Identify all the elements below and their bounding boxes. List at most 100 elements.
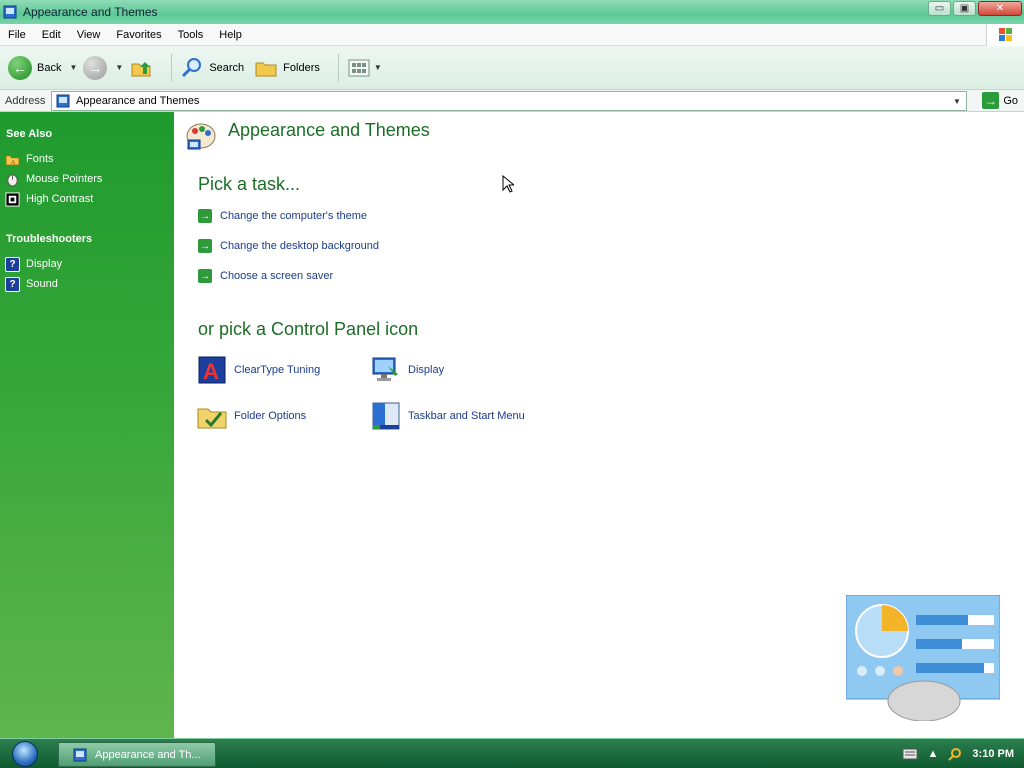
- folders-button[interactable]: Folders: [254, 56, 320, 80]
- see-also-heading: See Also: [6, 128, 53, 140]
- clock[interactable]: 3:10 PM: [972, 748, 1014, 760]
- fonts-folder-icon: A: [5, 154, 20, 166]
- control-panel-icons-heading: or pick a Control Panel icon: [198, 319, 419, 339]
- keyboard-icon[interactable]: [902, 748, 918, 760]
- search-icon[interactable]: [948, 747, 962, 761]
- toolbar-separator: [171, 53, 173, 82]
- back-button[interactable]: ← Back: [8, 55, 62, 80]
- cpl-label: Taskbar and Start Menu: [408, 410, 525, 422]
- folders-icon: [255, 62, 277, 76]
- sidebar-item-fonts[interactable]: A Fonts: [5, 149, 174, 169]
- up-folder-button[interactable]: [129, 56, 153, 80]
- svg-text:A: A: [203, 359, 219, 384]
- sidebar-item-high-contrast[interactable]: High Contrast: [5, 189, 174, 209]
- taskbar-window-label: Appearance and Th...: [95, 748, 201, 761]
- tray-expand-icon[interactable]: ▲: [928, 748, 939, 760]
- page-title: Appearance and Themes: [228, 120, 430, 140]
- window-title: Appearance and Themes: [23, 5, 158, 19]
- views-button[interactable]: ▼: [347, 56, 388, 80]
- see-also-list: A Fonts Mouse Pointers High Contrast: [0, 149, 174, 209]
- forward-arrow-icon: →: [83, 55, 108, 80]
- sidebar-item-mouse-pointers[interactable]: Mouse Pointers: [5, 169, 174, 189]
- go-arrow-icon: →: [982, 92, 1000, 109]
- back-label: Back: [37, 61, 62, 74]
- back-dropdown-icon[interactable]: ▼: [69, 63, 77, 72]
- sidebar-item-display[interactable]: ? Display: [5, 254, 174, 274]
- forward-button[interactable]: →: [83, 55, 108, 80]
- cpl-label: Folder Options: [234, 410, 307, 422]
- sidebar-item-label: Mouse Pointers: [26, 173, 103, 185]
- folders-label: Folders: [283, 61, 320, 74]
- close-button[interactable]: ✕: [978, 1, 1022, 16]
- pick-task-heading: Pick a task...: [198, 174, 301, 194]
- task-change-desktop-background[interactable]: → Change the desktop background: [198, 239, 379, 253]
- address-dropdown-icon[interactable]: ▼: [950, 94, 964, 108]
- menu-view[interactable]: View: [69, 29, 109, 41]
- sidebar-item-sound[interactable]: ? Sound: [5, 274, 174, 294]
- address-bar: Address Appearance and Themes ▼ → Go: [0, 90, 1024, 112]
- task-arrow-icon: →: [198, 239, 212, 253]
- help-icon: ?: [5, 276, 20, 292]
- menu-favorites[interactable]: Favorites: [108, 29, 169, 41]
- address-label: Address: [5, 94, 46, 107]
- start-button[interactable]: [6, 740, 44, 768]
- help-icon: ?: [5, 256, 20, 272]
- task-change-theme[interactable]: → Change the computer's theme: [198, 209, 367, 223]
- taskbar: Appearance and Th... ▲ 3:10 PM: [0, 738, 1024, 768]
- mouse-cursor-icon: [502, 175, 514, 193]
- task-arrow-icon: →: [198, 209, 212, 223]
- menu-edit[interactable]: Edit: [34, 29, 69, 41]
- sidebar-item-label: Display: [26, 258, 63, 270]
- troubleshooters-list: ? Display ? Sound: [0, 254, 174, 294]
- cpl-label: ClearType Tuning: [234, 364, 321, 376]
- address-value: Appearance and Themes: [76, 95, 200, 107]
- mouse-icon: [7, 173, 18, 187]
- go-label: Go: [1003, 94, 1018, 107]
- window-controls: ▭ ▣ ✕: [928, 1, 1022, 16]
- control-panel-icon: [3, 5, 17, 19]
- system-tray: ▲ 3:10 PM: [902, 739, 1024, 768]
- title-bar: Appearance and Themes ▭ ▣ ✕: [0, 0, 1024, 24]
- up-folder-icon: [131, 61, 151, 76]
- menu-tools[interactable]: Tools: [170, 29, 212, 41]
- windows-orb-icon: [12, 741, 38, 767]
- search-button[interactable]: Search: [180, 56, 244, 80]
- sidebar-item-label: Sound: [26, 278, 58, 290]
- cpl-label: Display: [408, 364, 445, 376]
- sidebar: See Also A Fonts Mouse Pointers High Con…: [0, 112, 174, 738]
- task-label: Change the computer's theme: [220, 210, 368, 222]
- forward-dropdown-icon[interactable]: ▼: [115, 63, 123, 72]
- go-button[interactable]: → Go: [982, 92, 1018, 109]
- toolbar: ← Back ▼ → ▼ Search Folders ▼: [0, 46, 1024, 90]
- taskbar-window-button[interactable]: Appearance and Th...: [58, 742, 216, 767]
- high-contrast-icon: [5, 191, 20, 207]
- back-arrow-icon: ←: [8, 55, 32, 80]
- task-choose-screen-saver[interactable]: → Choose a screen saver: [198, 269, 333, 283]
- task-arrow-icon: →: [198, 269, 212, 283]
- menu-help[interactable]: Help: [211, 29, 250, 41]
- search-icon: [182, 57, 202, 77]
- cpl-cleartype-tuning[interactable]: A ClearType Tuning: [196, 354, 320, 386]
- toolbar-separator: [337, 53, 339, 82]
- cpl-folder-options[interactable]: Folder Options: [196, 400, 306, 432]
- control-panel-illustration: [846, 595, 1000, 721]
- address-input[interactable]: Appearance and Themes ▼: [51, 91, 967, 111]
- cleartype-icon: A: [198, 356, 226, 384]
- views-dropdown-icon: ▼: [373, 63, 382, 72]
- menu-bar: File Edit View Favorites Tools Help: [0, 24, 1024, 46]
- taskbar-start-menu-icon: [372, 402, 400, 430]
- display-icon: [372, 357, 398, 381]
- views-icon: [348, 59, 370, 76]
- control-panel-icon: [73, 748, 87, 761]
- sidebar-item-label: High Contrast: [26, 193, 94, 205]
- maximize-button[interactable]: ▣: [953, 1, 976, 16]
- appearance-themes-icon: [186, 123, 216, 150]
- cpl-taskbar-start-menu[interactable]: Taskbar and Start Menu: [370, 400, 525, 432]
- cpl-display[interactable]: Display: [370, 354, 444, 386]
- sidebar-item-label: Fonts: [26, 153, 54, 165]
- minimize-button[interactable]: ▭: [928, 1, 951, 16]
- menu-file[interactable]: File: [0, 29, 34, 41]
- control-panel-icon: [56, 94, 70, 108]
- task-label: Choose a screen saver: [220, 270, 334, 282]
- troubleshooters-heading: Troubleshooters: [6, 233, 93, 245]
